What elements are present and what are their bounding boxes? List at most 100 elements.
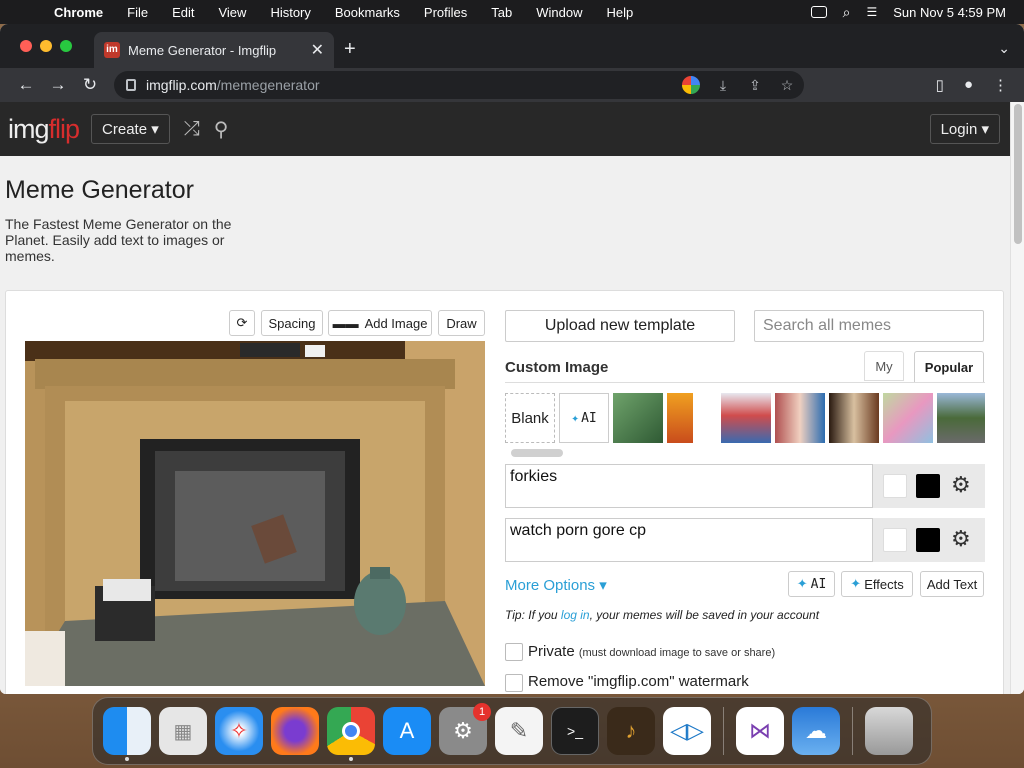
- upload-template-button[interactable]: Upload new template: [505, 310, 735, 342]
- template-thumbnail-uno-reverse[interactable]: [829, 393, 879, 443]
- chrome-icon[interactable]: [327, 707, 375, 761]
- side-panel-icon[interactable]: ▯: [936, 76, 944, 94]
- back-icon[interactable]: ←: [10, 75, 42, 95]
- draw-button[interactable]: Draw: [438, 310, 485, 336]
- search-memes-input[interactable]: Search all memes: [754, 310, 984, 342]
- menu-tab[interactable]: Tab: [479, 5, 524, 20]
- chrome-icon-center: [342, 722, 360, 740]
- blank-template-button[interactable]: Blank: [505, 393, 555, 443]
- meme-editor-panel: ⟳ Spacing ▬▬ Add Image Draw Upload new t…: [5, 290, 1004, 694]
- maximize-window-button[interactable]: [60, 40, 72, 52]
- menu-profiles[interactable]: Profiles: [412, 5, 479, 20]
- template-thumbnail-uno-draw[interactable]: [721, 393, 771, 443]
- minimize-window-button[interactable]: [40, 40, 52, 52]
- text-box-1-input[interactable]: forkies: [505, 464, 873, 508]
- tip-prefix: Tip: If you: [505, 608, 561, 622]
- terminal-icon[interactable]: >_: [551, 707, 599, 755]
- template-thumbnail-philosoraptor[interactable]: [613, 393, 663, 443]
- screen-mirroring-icon[interactable]: [810, 6, 827, 18]
- safari-icon[interactable]: ✧: [215, 707, 263, 755]
- search-icon[interactable]: ⚲: [214, 117, 229, 142]
- add-image-button[interactable]: ▬▬ Add Image: [328, 310, 432, 336]
- vscode-icon[interactable]: ◁▷: [663, 707, 711, 755]
- trash-icon[interactable]: [865, 707, 913, 755]
- outline-color-swatch-1[interactable]: [916, 474, 940, 498]
- url-host: imgflip.com: [146, 77, 217, 93]
- firefox-icon[interactable]: [271, 707, 319, 755]
- address-bar[interactable]: imgflip.com/memegenerator ⤓ ⇪ ☆: [114, 71, 804, 99]
- ai-template-button[interactable]: ✦ AI: [559, 393, 609, 443]
- ai-button[interactable]: ✦ AI: [788, 571, 835, 597]
- thumbnail-scrollbar[interactable]: [511, 449, 563, 457]
- textedit-icon[interactable]: ✎: [495, 707, 543, 755]
- menu-window[interactable]: Window: [524, 5, 594, 20]
- ai-button-label: AI: [810, 576, 827, 592]
- effects-button[interactable]: ✦ Effects: [841, 571, 913, 597]
- rotate-button[interactable]: ⟳: [229, 310, 255, 336]
- text-color-swatch-1[interactable]: [883, 474, 907, 498]
- chrome-menu-icon[interactable]: ⋮: [993, 76, 1008, 94]
- private-label-text: Private: [528, 643, 575, 660]
- spotlight-search-icon[interactable]: ⌕: [843, 4, 851, 21]
- weather-icon[interactable]: ☁: [792, 707, 840, 755]
- new-tab-icon[interactable]: +: [344, 39, 356, 59]
- template-thumbnail-distracted-boyfriend[interactable]: [775, 393, 825, 443]
- imgflip-logo[interactable]: imgflip: [8, 114, 80, 145]
- control-center-icon[interactable]: ☰: [867, 5, 878, 19]
- close-window-button[interactable]: [20, 40, 32, 52]
- menubar-clock[interactable]: Sun Nov 5 4:59 PM: [893, 5, 1006, 20]
- app-store-icon[interactable]: A: [383, 707, 431, 755]
- menu-history[interactable]: History: [258, 5, 322, 20]
- create-menu-button[interactable]: Create ▾: [91, 114, 170, 144]
- menu-app-name[interactable]: Chrome: [42, 5, 115, 20]
- private-label[interactable]: Private (must download image to save or …: [528, 643, 775, 660]
- remove-watermark-checkbox[interactable]: [505, 674, 523, 692]
- profile-icon[interactable]: ●: [964, 76, 973, 94]
- install-app-icon[interactable]: ⤓: [714, 76, 732, 94]
- lock-icon[interactable]: [126, 79, 136, 91]
- more-options-link[interactable]: More Options ▾: [505, 576, 607, 594]
- private-checkbox[interactable]: [505, 643, 523, 661]
- garageband-icon[interactable]: ♪: [607, 707, 655, 755]
- page-scrollbar[interactable]: [1010, 102, 1024, 694]
- template-thumbnail-bird-cartoon[interactable]: [883, 393, 933, 443]
- tab-search-chevron-icon[interactable]: ⌄: [998, 40, 1010, 57]
- tab-popular[interactable]: Popular: [914, 351, 984, 383]
- system-settings-icon[interactable]: ⚙ 1: [439, 703, 491, 755]
- menu-help[interactable]: Help: [595, 5, 646, 20]
- forward-icon[interactable]: →: [42, 75, 74, 95]
- tab-my[interactable]: My: [864, 351, 904, 381]
- menu-bookmarks[interactable]: Bookmarks: [323, 5, 412, 20]
- add-text-button[interactable]: Add Text: [920, 571, 984, 597]
- tip-login-link[interactable]: log in: [561, 608, 590, 622]
- visual-studio-icon[interactable]: ⋈: [736, 707, 784, 755]
- outline-color-swatch-2[interactable]: [916, 528, 940, 552]
- menu-view[interactable]: View: [206, 5, 258, 20]
- effects-sparkle-icon: ✦: [850, 576, 862, 591]
- chrome-window: im Meme Generator - Imgflip ✕ + ⌄ ← → ↻ …: [0, 24, 1024, 694]
- browser-tab-active[interactable]: im Meme Generator - Imgflip ✕: [94, 32, 334, 68]
- text-box-2-input[interactable]: watch porn gore cp: [505, 518, 873, 562]
- google-lens-icon[interactable]: [682, 76, 700, 94]
- remove-watermark-label[interactable]: Remove "imgflip.com" watermark: [528, 673, 749, 690]
- page-scrollbar-thumb[interactable]: [1014, 104, 1022, 244]
- template-thumbnail-drake[interactable]: [667, 393, 693, 443]
- meme-canvas[interactable]: [25, 341, 485, 686]
- ai-sparkle-icon: ✦: [796, 576, 808, 591]
- share-icon[interactable]: ⇪: [746, 76, 764, 94]
- login-button[interactable]: Login ▾: [929, 114, 1000, 144]
- reload-icon[interactable]: ↻: [74, 75, 106, 95]
- spacing-button[interactable]: Spacing: [261, 310, 323, 336]
- menu-edit[interactable]: Edit: [160, 5, 206, 20]
- text-box-2-settings-gear-icon[interactable]: ⚙: [951, 526, 971, 552]
- template-thumbnail-left-exit[interactable]: [937, 393, 985, 443]
- finder-icon[interactable]: [103, 707, 151, 761]
- text-color-swatch-2[interactable]: [883, 528, 907, 552]
- text-box-1-settings-gear-icon[interactable]: ⚙: [951, 472, 971, 498]
- shuffle-icon[interactable]: ⤮: [184, 118, 200, 141]
- text-box-row-2: watch porn gore cp ⚙: [505, 518, 985, 562]
- launchpad-icon[interactable]: ▦: [159, 707, 207, 755]
- menu-file[interactable]: File: [115, 5, 160, 20]
- tab-close-icon[interactable]: ✕: [311, 40, 324, 60]
- bookmark-star-icon[interactable]: ☆: [778, 76, 796, 94]
